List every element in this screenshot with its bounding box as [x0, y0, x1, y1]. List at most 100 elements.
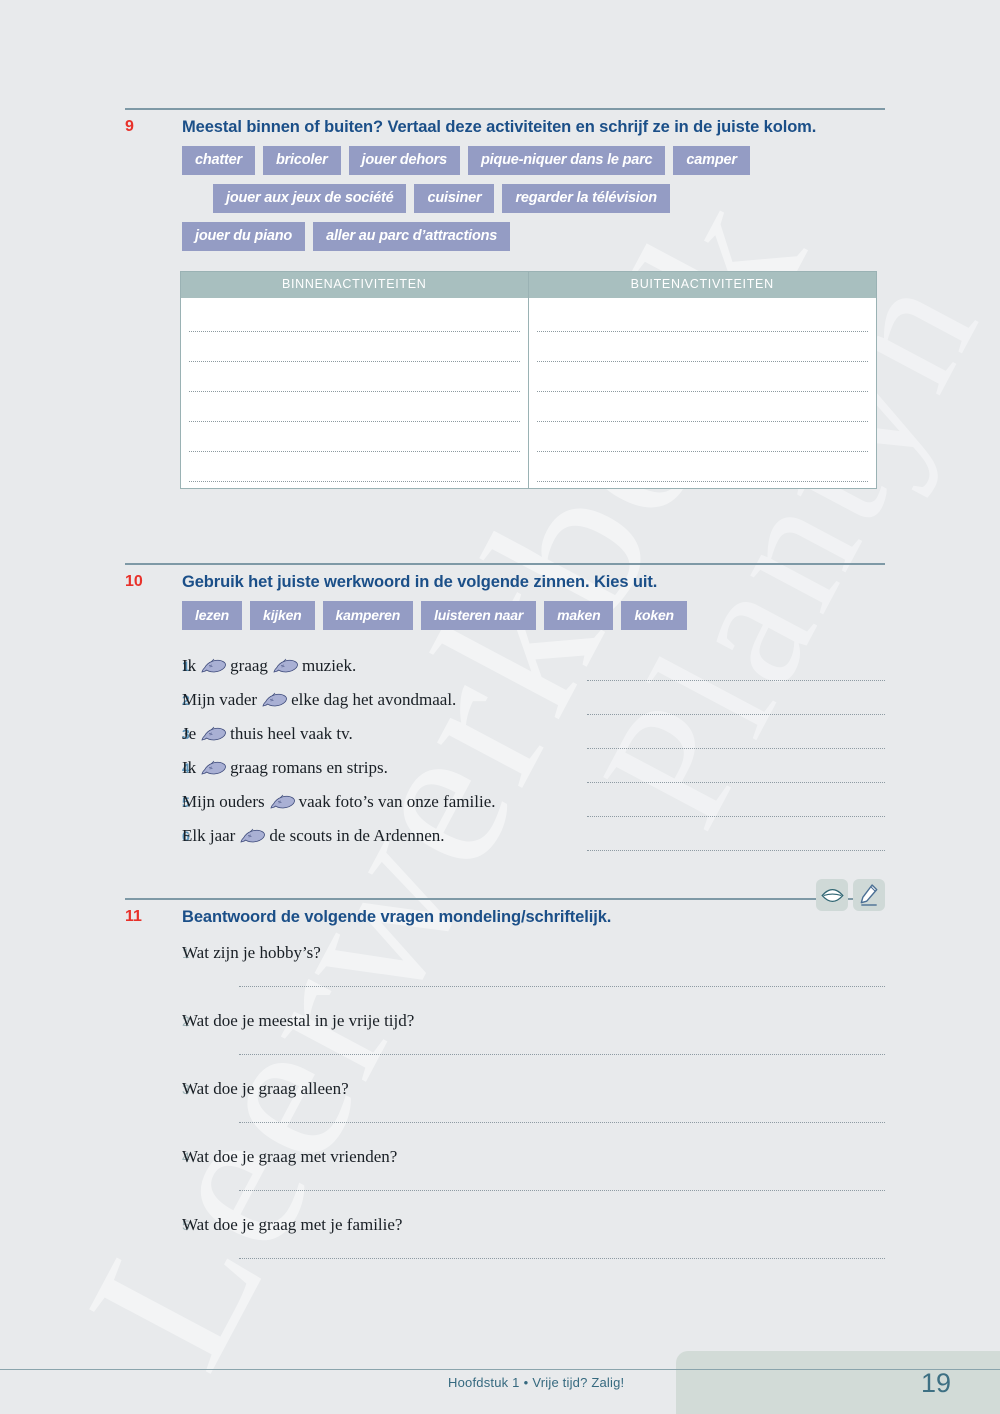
- question-number: 3: [182, 1081, 190, 1097]
- answer-line[interactable]: [587, 724, 885, 758]
- exercise-11-mode-icons: [816, 879, 885, 911]
- sentence-segment: Mijn ouders: [182, 792, 265, 811]
- exercise-10-number: 10: [125, 573, 143, 590]
- sentence-segment: Mijn vader: [182, 690, 258, 709]
- table-body-outdoor: [529, 298, 877, 488]
- word-chip[interactable]: maken: [544, 601, 614, 630]
- question-row: 3 Wat doe je graag alleen?: [125, 1079, 885, 1099]
- sentence-text: Je thuis heel vaak tv.: [182, 724, 355, 744]
- word-chip[interactable]: camper: [673, 146, 750, 175]
- writing-hand-icon: [240, 827, 266, 845]
- exercise-11-title: Beantwoord de volgende vragen mondeling/…: [182, 908, 612, 926]
- answer-line[interactable]: [587, 758, 885, 792]
- question-text: Wat doe je graag alleen?: [182, 1079, 349, 1098]
- table-header-outdoor: BUITENACTIVITEITEN: [528, 272, 876, 298]
- writing-line[interactable]: [536, 392, 868, 422]
- exercise-9-chip-row-3: jouer du piano aller au parc d’attractio…: [125, 222, 885, 251]
- question-row: 1 Wat zijn je hobby’s?: [125, 943, 885, 963]
- word-chip[interactable]: kijken: [250, 601, 315, 630]
- page-number: 19: [921, 1368, 952, 1398]
- word-chip[interactable]: bricoler: [262, 146, 341, 175]
- sentence-segment: Je: [182, 724, 197, 743]
- exercise-9-title: Meestal binnen of buiten? Vertaal deze a…: [182, 118, 817, 136]
- exercise-10-section: 10 Gebruik het juiste werkwoord in de vo…: [125, 563, 885, 860]
- sentence-number: 2: [182, 692, 190, 708]
- exercise-10-title: Gebruik het juiste werkwoord in de volge…: [182, 573, 658, 591]
- activities-sorting-table: BINNENACTIVITEITEN BUITENACTIVITEITEN: [180, 271, 877, 489]
- writing-line[interactable]: [536, 422, 868, 452]
- question-text: Wat doe je graag met vrienden?: [182, 1147, 398, 1166]
- question-number: 2: [182, 1013, 190, 1029]
- writing-line[interactable]: [189, 302, 520, 332]
- exercise-9-chip-row-1: chatter bricoler jouer dehors pique-niqu…: [125, 146, 885, 175]
- word-chip[interactable]: kamperen: [322, 601, 414, 630]
- exercise-11-number: 11: [125, 908, 142, 925]
- sentence-segment: graag: [230, 656, 268, 675]
- word-chip[interactable]: cuisiner: [414, 184, 495, 213]
- writing-line[interactable]: [189, 452, 520, 482]
- sentence-number: 6: [182, 828, 190, 844]
- sentence-number: 5: [182, 794, 190, 810]
- sentence-number: 3: [182, 726, 190, 742]
- writing-line[interactable]: [189, 332, 520, 362]
- writing-hand-icon: [270, 793, 296, 811]
- table-column-outdoor: BUITENACTIVITEITEN: [528, 272, 877, 488]
- sentence-segment: de scouts in de Ardennen.: [269, 826, 445, 845]
- writing-line[interactable]: [536, 332, 868, 362]
- exercise-9-number: 9: [125, 118, 134, 135]
- writing-line[interactable]: [536, 362, 868, 392]
- pencil-writing-icon[interactable]: [853, 879, 885, 911]
- sentence-text: Mijn ouders vaak foto’s van onze familie…: [182, 792, 498, 812]
- answer-line[interactable]: [587, 826, 885, 860]
- question-number: 5: [182, 1217, 190, 1233]
- sentence-text: Elk jaar de scouts in de Ardennen.: [182, 826, 447, 846]
- exercise-11-section: 11 Beantwoord de volgende vragen mondeli…: [125, 879, 885, 1259]
- answer-line[interactable]: [587, 792, 885, 826]
- question-row: 4 Wat doe je graag met vrienden?: [125, 1147, 885, 1167]
- footer-chapter: Hoofdstuk 1: [448, 1375, 520, 1390]
- exercise-9-chip-row-2: jouer aux jeux de société cuisiner regar…: [125, 184, 885, 213]
- mouth-speaking-icon[interactable]: [816, 879, 848, 911]
- sentence-number: 1: [182, 658, 190, 674]
- word-chip[interactable]: lezen: [182, 601, 243, 630]
- word-chip[interactable]: regarder la télévision: [502, 184, 670, 213]
- exercise-9-section: 9 Meestal binnen of buiten? Vertaal deze…: [125, 108, 885, 489]
- table-header-indoor: BINNENACTIVITEITEN: [181, 272, 528, 298]
- exercise-10-divider: [125, 563, 885, 565]
- question-answer-line[interactable]: [239, 1257, 885, 1259]
- word-chip[interactable]: pique-niquer dans le parc: [467, 146, 666, 175]
- writing-hand-icon: [201, 759, 227, 777]
- footer-separator: •: [523, 1375, 529, 1390]
- sentence-segment: Ik: [182, 656, 197, 675]
- word-chip[interactable]: jouer dehors: [348, 146, 460, 175]
- writing-line[interactable]: [536, 452, 868, 482]
- page-number-box: [676, 1351, 1000, 1414]
- writing-line[interactable]: [189, 362, 520, 392]
- exercise-10-sentence-list: 1 Ik graag muziek. 2 Mijn vader elke dag…: [125, 656, 885, 860]
- word-chip[interactable]: chatter: [182, 146, 255, 175]
- word-chip[interactable]: koken: [621, 601, 687, 630]
- question-row: 2 Wat doe je meestal in je vrije tijd?: [125, 1011, 885, 1031]
- word-chip[interactable]: jouer du piano: [182, 222, 306, 251]
- answer-line[interactable]: [587, 690, 885, 724]
- question-text: Wat doe je graag met je familie?: [182, 1215, 403, 1234]
- question-number: 1: [182, 945, 190, 961]
- answer-line[interactable]: [587, 656, 885, 690]
- exercise-11-header: 11 Beantwoord de volgende vragen mondeli…: [125, 907, 885, 927]
- sentence-segment: muziek.: [301, 656, 357, 675]
- word-chip[interactable]: aller au parc d’attractions: [313, 222, 511, 251]
- question-text: Wat doe je meestal in je vrije tijd?: [182, 1011, 415, 1030]
- word-chip[interactable]: luisteren naar: [421, 601, 537, 630]
- sentence-segment: thuis heel vaak tv.: [230, 724, 353, 743]
- writing-line[interactable]: [189, 422, 520, 452]
- writing-line[interactable]: [189, 392, 520, 422]
- word-chip[interactable]: jouer aux jeux de société: [213, 184, 407, 213]
- footer-divider: [0, 1369, 1000, 1370]
- writing-line[interactable]: [536, 302, 868, 332]
- writing-hand-icon: [273, 657, 299, 675]
- question-row: 5 Wat doe je graag met je familie?: [125, 1215, 885, 1235]
